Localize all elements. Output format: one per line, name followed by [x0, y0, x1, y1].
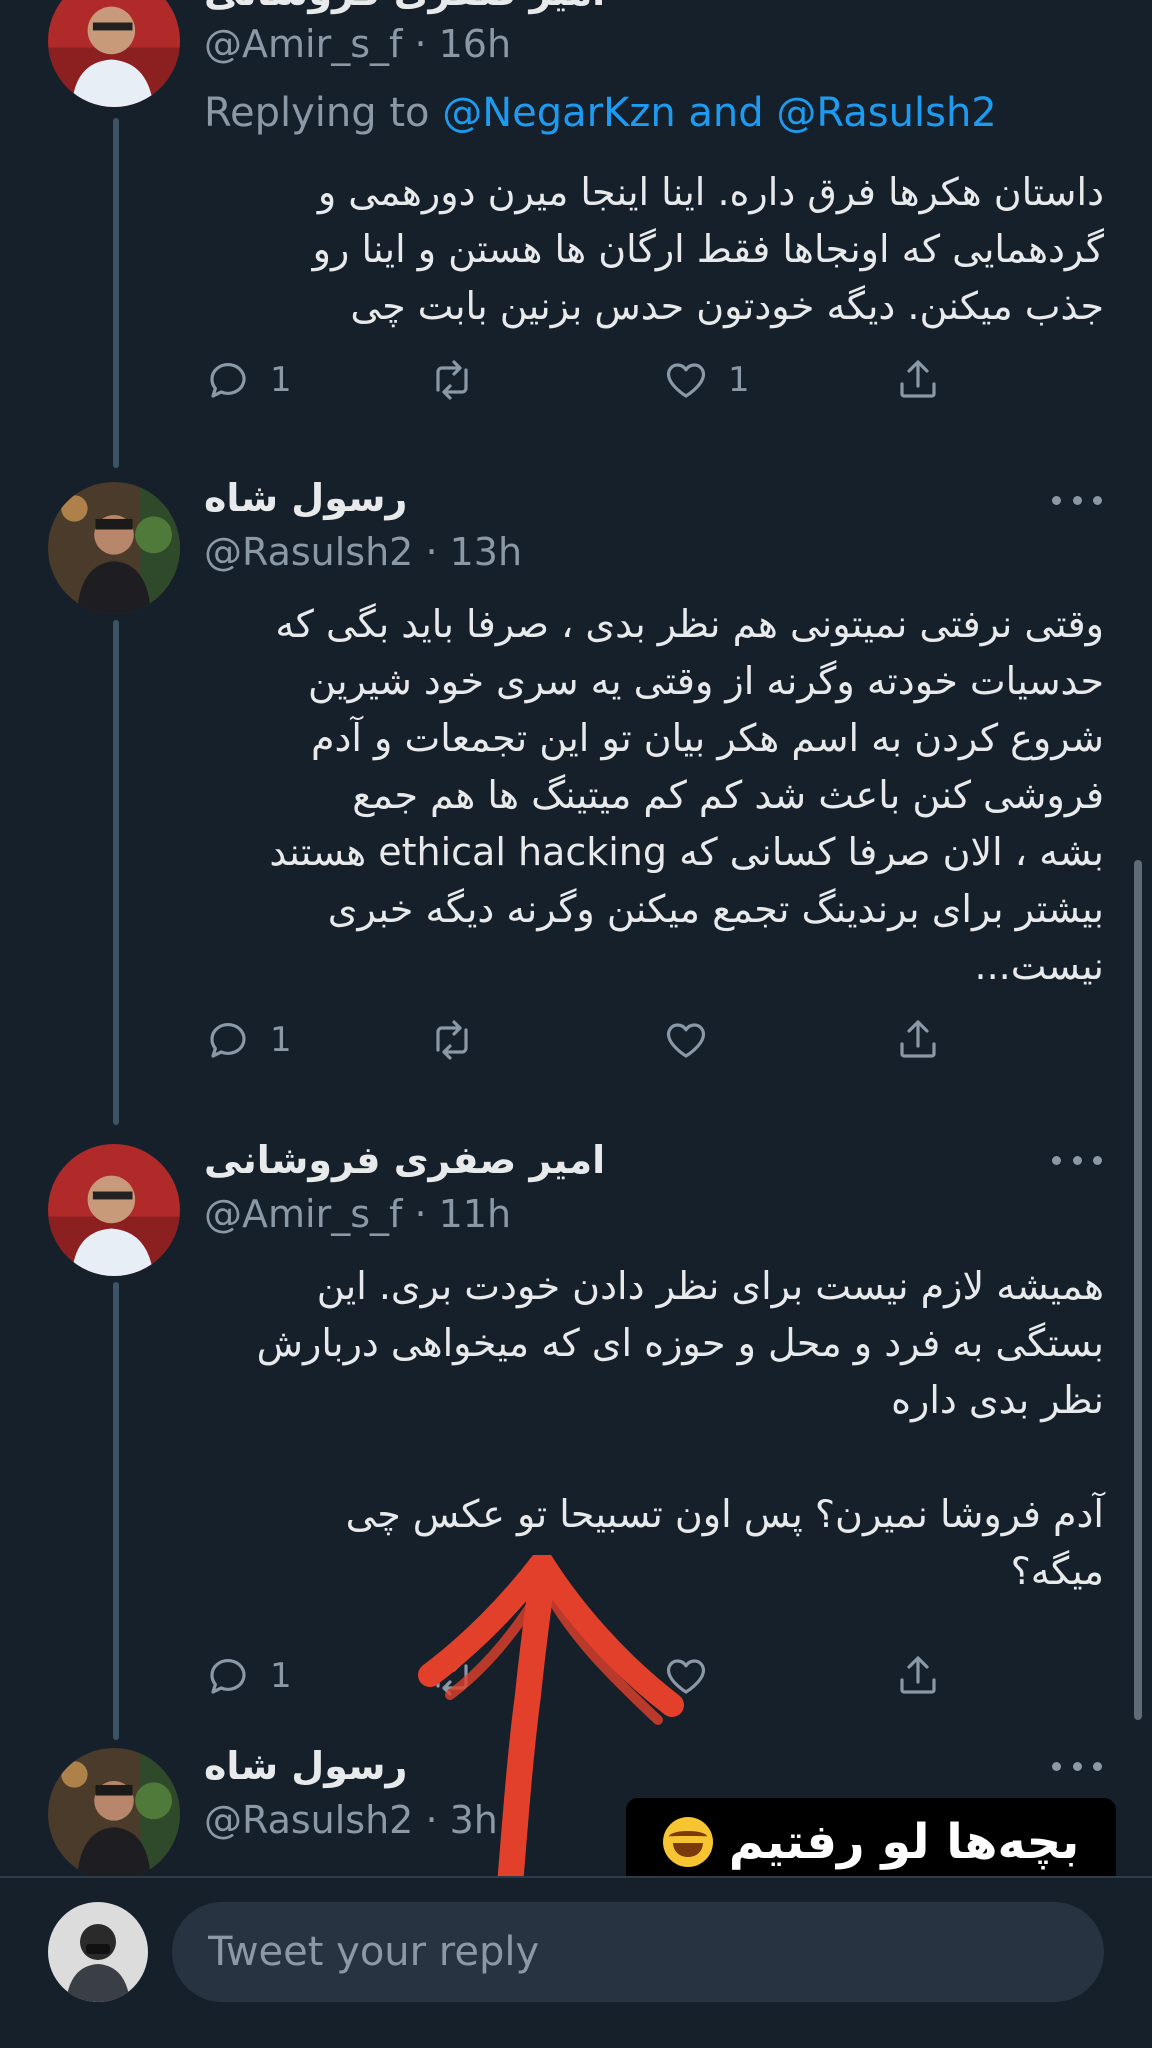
- author-handle-time[interactable]: @Amir_s_f · 16h: [204, 22, 511, 66]
- dot: [1072, 1761, 1082, 1771]
- retweet-icon: [436, 1656, 468, 1696]
- retweet-icon: [436, 360, 468, 400]
- retweet-button[interactable]: [428, 350, 494, 410]
- retweet-button[interactable]: [428, 1010, 494, 1070]
- reply-count: 1: [270, 1656, 292, 1696]
- author-name[interactable]: رسول شاه: [204, 1744, 407, 1788]
- like-count: 1: [728, 360, 750, 400]
- separator-dot: ·: [413, 1798, 450, 1842]
- dot: [1052, 1761, 1061, 1771]
- replying-to-link[interactable]: @NegarKzn and @Rasulsh2: [442, 90, 997, 136]
- replying-label: Replying to: [204, 90, 443, 136]
- avatar-photo-icon: [48, 482, 180, 614]
- reply-icon: [210, 1023, 246, 1058]
- dot: [1093, 1155, 1102, 1165]
- scrollbar[interactable]: [1134, 860, 1142, 1720]
- reply-count: 1: [270, 360, 292, 400]
- sticker-text: بچه‌ها لو رفتیم: [728, 1814, 1080, 1870]
- text-sticker: بچه‌ها لو رفتیم: [626, 1798, 1116, 1886]
- replying-to: Replying to @NegarKzn and @Rasulsh2: [204, 90, 997, 136]
- author-name[interactable]: امیر صفری فروشانی: [204, 1138, 605, 1182]
- timestamp[interactable]: 11h: [439, 1192, 511, 1236]
- author-handle[interactable]: @Rasulsh2: [204, 1798, 413, 1842]
- author-handle[interactable]: @Amir_s_f: [204, 1192, 402, 1236]
- reply-count: 1: [270, 1020, 292, 1060]
- avatar-photo-icon: [48, 1748, 180, 1880]
- more-options-button[interactable]: [1052, 1150, 1102, 1170]
- dot: [1093, 1761, 1102, 1771]
- avatar-photo-icon: [48, 0, 180, 107]
- separator-dot: ·: [402, 1192, 439, 1236]
- retweet-icon: [436, 1020, 468, 1060]
- avatar-photo-icon: [48, 1144, 180, 1276]
- dot: [1093, 495, 1102, 505]
- heart-icon: [666, 1023, 706, 1058]
- timestamp[interactable]: 13h: [450, 530, 522, 574]
- author-name[interactable]: امیر صفری فروشانی: [204, 0, 605, 14]
- separator-dot: ·: [402, 22, 439, 66]
- reply-icon: [210, 363, 246, 398]
- my-avatar[interactable]: [48, 1902, 148, 2002]
- dot: [1072, 495, 1082, 505]
- tweet-actions: 1 1: [204, 350, 964, 410]
- share-icon: [900, 1656, 936, 1694]
- reply-composer: [0, 1876, 1152, 2048]
- dot: [1052, 495, 1061, 505]
- author-handle-time[interactable]: @Amir_s_f · 11h: [204, 1192, 511, 1236]
- tweet[interactable]: رسول شاه @Rasulsh2 · 13h وقتی نرفتی نمیت…: [0, 470, 1152, 1120]
- share-icon: [900, 360, 936, 398]
- author-handle-time[interactable]: @Rasulsh2 · 13h: [204, 530, 522, 574]
- avatar[interactable]: [48, 1144, 180, 1276]
- avatar[interactable]: [48, 0, 180, 107]
- tweet-text: همیشه لازم نیست برای نظر دادن خودت بری. …: [256, 1264, 1104, 1593]
- reply-button[interactable]: 1: [204, 1646, 292, 1706]
- author-handle-time[interactable]: @Rasulsh2 · 3h: [204, 1798, 498, 1842]
- dot: [1072, 1155, 1082, 1165]
- twitter-thread-screen: امیر صفری فروشانی @Amir_s_f · 16h Replyi…: [0, 0, 1152, 2048]
- tweet[interactable]: امیر صفری فروشانی @Amir_s_f · 16h Replyi…: [0, 0, 1152, 430]
- author-handle[interactable]: @Rasulsh2: [204, 530, 413, 574]
- tweet[interactable]: امیر صفری فروشانی @Amir_s_f · 11h همیشه …: [0, 1130, 1152, 1710]
- heart-icon: [666, 1659, 706, 1694]
- timestamp[interactable]: 16h: [439, 22, 511, 66]
- tweet-text: داستان هکرها فرق داره. اینا اینجا میرن د…: [312, 170, 1104, 328]
- more-options-button[interactable]: [1052, 1756, 1102, 1776]
- like-button[interactable]: [662, 1646, 728, 1706]
- laughing-emoji-icon: [662, 1817, 713, 1867]
- like-button[interactable]: [662, 1010, 728, 1070]
- timestamp[interactable]: 3h: [450, 1798, 498, 1842]
- author-name[interactable]: رسول شاه: [204, 476, 407, 520]
- share-button[interactable]: [894, 1646, 942, 1706]
- share-icon: [900, 1020, 936, 1058]
- avatar[interactable]: [48, 1748, 180, 1880]
- retweet-button[interactable]: [428, 1646, 494, 1706]
- reply-button[interactable]: 1: [204, 350, 292, 410]
- reply-icon: [210, 1659, 246, 1694]
- share-button[interactable]: [894, 1010, 942, 1070]
- reply-button[interactable]: 1: [204, 1010, 292, 1070]
- like-button[interactable]: 1: [662, 350, 750, 410]
- tweet-actions: 1: [204, 1010, 964, 1070]
- tweet-actions: 1: [204, 1646, 964, 1706]
- tweet-text: وقتی نرفتی نمیتونی هم نظر بدی ، صرفا بای…: [269, 602, 1104, 988]
- avatar[interactable]: [48, 482, 180, 614]
- author-handle[interactable]: @Amir_s_f: [204, 22, 402, 66]
- reply-input[interactable]: [172, 1902, 1104, 2002]
- share-button[interactable]: [894, 350, 942, 410]
- dot: [1052, 1155, 1061, 1165]
- more-options-button[interactable]: [1052, 490, 1102, 510]
- avatar-photo-icon: [48, 1902, 148, 2002]
- separator-dot: ·: [413, 530, 450, 574]
- heart-icon: [666, 363, 706, 398]
